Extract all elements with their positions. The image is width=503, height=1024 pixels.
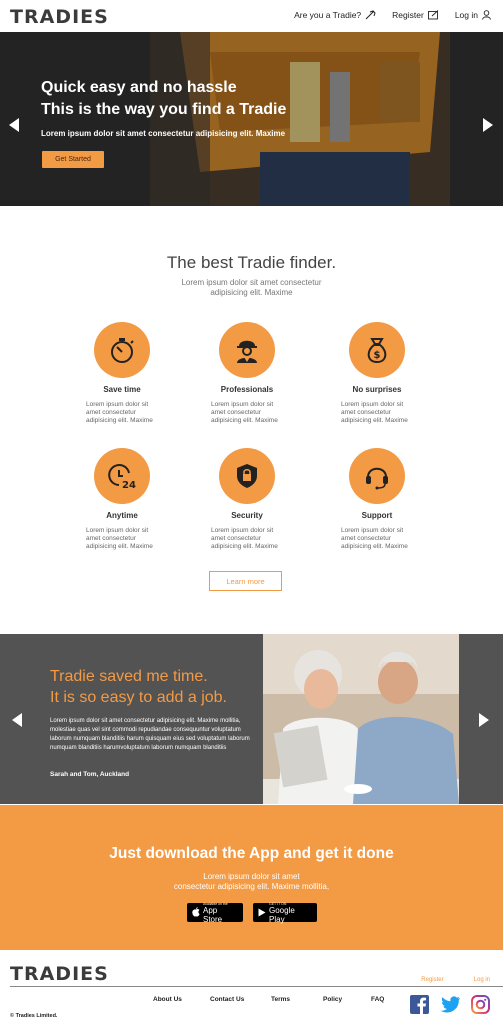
user-icon: [482, 10, 491, 20]
feature-title: Professionals: [220, 385, 274, 394]
site-header: TRADIES Are you a Tradie? Register Log i…: [0, 0, 503, 32]
footer-divider: [10, 986, 503, 987]
footer-link-about[interactable]: About Us: [153, 996, 210, 1003]
footer-logo[interactable]: TRADIES: [10, 963, 109, 985]
register-icon: [427, 10, 439, 20]
learn-more-button[interactable]: Learn more: [209, 571, 282, 591]
feature-anytime: 24 Anytime Lorem ipsum dolor sit amet co…: [82, 448, 162, 551]
instagram-icon[interactable]: [471, 995, 490, 1014]
feature-title: Support: [361, 511, 393, 520]
money-bag-icon: $: [349, 322, 405, 378]
hero-title: Quick easy and no hassle This is the way…: [41, 77, 286, 121]
app-store-button[interactable]: Available on the App Store: [187, 902, 243, 924]
feature-desc: Lorem ipsum dolor sit amet consectetur a…: [86, 401, 153, 424]
nav-register-label: Register: [392, 10, 424, 20]
hero-subtitle: Lorem ipsum dolor sit amet consectetur a…: [41, 129, 286, 138]
app-download-section: Just download the App and get it done Lo…: [0, 805, 503, 950]
feature-support: Support Lorem ipsum dolor sit amet conse…: [337, 448, 417, 551]
headset-icon: [349, 448, 405, 504]
testimonial-body: Lorem ipsum dolor sit amet consectetur a…: [50, 718, 250, 751]
google-play-button[interactable]: GET IT ON Google Play: [253, 902, 317, 924]
nav-login-label: Log in: [454, 10, 478, 20]
hero-prev-arrow-icon[interactable]: [9, 118, 19, 132]
google-play-text: GET IT ON Google Play: [269, 902, 312, 924]
feature-desc: Lorem ipsum dolor sit amet consectetur a…: [211, 527, 278, 550]
features-subtitle: Lorem ipsum dolor sit amet consectetur a…: [0, 278, 503, 298]
clock-24-icon: 24: [94, 448, 150, 504]
feature-security: Security Lorem ipsum dolor sit amet cons…: [207, 448, 287, 551]
logo-text: TRADIES: [10, 6, 109, 28]
testimonial-photo: [263, 634, 459, 804]
hero-title-line2: This is the way you find a Tradie: [41, 101, 287, 118]
footer-link-faq[interactable]: FAQ: [371, 996, 391, 1003]
stopwatch-icon: [94, 322, 150, 378]
feature-professionals: Professionals Lorem ipsum dolor sit amet…: [207, 322, 287, 425]
testimonial-next-arrow-icon[interactable]: [479, 713, 489, 727]
nav-are-you-tradie[interactable]: Are you a Tradie?: [294, 10, 376, 20]
feature-title: Security: [231, 511, 263, 520]
testimonial-section: Tradie saved me time. It is so easy to a…: [0, 634, 503, 804]
feature-desc: Lorem ipsum dolor sit amet consectetur a…: [341, 401, 408, 424]
shield-lock-icon: [219, 448, 275, 504]
google-play-label: Google Play: [269, 905, 295, 924]
svg-text:$: $: [374, 350, 381, 361]
feature-save-time: Save time Lorem ipsum dolor sit amet con…: [82, 322, 162, 425]
app-subtitle-line2: consectetur adipisicing elit. Maxime mol…: [173, 882, 330, 891]
nav-tradie-label: Are you a Tradie?: [294, 10, 362, 20]
footer-account-links: Register Log in: [421, 977, 490, 983]
app-store-label: App Store: [203, 905, 223, 924]
footer-register-link[interactable]: Register: [421, 977, 443, 983]
testimonial-author: Sarah and Tom, Auckland: [50, 771, 130, 778]
feature-title: Save time: [103, 385, 141, 394]
footer-login-link[interactable]: Log in: [474, 977, 490, 983]
app-title: Just download the App and get it done: [109, 845, 394, 862]
worker-icon: [219, 322, 275, 378]
google-play-icon: [258, 904, 266, 922]
testimonial-prev-arrow-icon[interactable]: [12, 713, 22, 727]
feature-desc: Lorem ipsum dolor sit amet consectetur a…: [341, 527, 408, 550]
footer-link-contact[interactable]: Contact Us: [210, 996, 271, 1003]
nav-register[interactable]: Register: [392, 10, 439, 20]
apple-icon: [192, 904, 200, 922]
facebook-icon[interactable]: [410, 995, 429, 1014]
testimonial-title: Tradie saved me time. It is so easy to a…: [50, 666, 227, 708]
feature-no-surprises: $ No surprises Lorem ipsum dolor sit ame…: [337, 322, 417, 425]
site-logo[interactable]: TRADIES: [10, 6, 109, 28]
testimonial-title-line2: It is so easy to add a job.: [50, 689, 227, 706]
nav-login[interactable]: Log in: [455, 10, 491, 20]
feature-desc: Lorem ipsum dolor sit amet consectetur a…: [211, 401, 278, 424]
hero-banner: Quick easy and no hassle This is the way…: [0, 32, 503, 206]
twitter-icon[interactable]: [440, 995, 460, 1014]
footer-link-terms[interactable]: Terms: [271, 996, 323, 1003]
footer-nav: About Us Contact Us Terms Policy FAQ: [153, 996, 391, 1003]
hero-next-arrow-icon[interactable]: [483, 118, 493, 132]
svg-text:24: 24: [122, 480, 136, 491]
testimonial-title-line1: Tradie saved me time.: [50, 668, 208, 685]
feature-title: Anytime: [106, 511, 138, 520]
app-store-text: Available on the App Store: [203, 902, 238, 924]
hero-title-line1: Quick easy and no hassle: [41, 79, 237, 96]
feature-title: No surprises: [352, 385, 402, 394]
copyright: © Tradies Limited.: [10, 1013, 58, 1019]
top-nav: Are you a Tradie? Register Log in: [294, 10, 491, 20]
get-started-button[interactable]: Get Started: [42, 151, 104, 168]
feature-desc: Lorem ipsum dolor sit amet consectetur a…: [86, 527, 153, 550]
features-subtitle-line1: Lorem ipsum dolor sit amet consectetur: [181, 278, 322, 287]
app-subtitle-line1: Lorem ipsum dolor sit amet: [203, 872, 300, 881]
footer-logo-text: TRADIES: [10, 963, 109, 985]
footer-link-policy[interactable]: Policy: [323, 996, 371, 1003]
features-title: The best Tradie finder.: [166, 253, 337, 272]
tools-icon: [365, 10, 376, 20]
app-subtitle: Lorem ipsum dolor sit amet consectetur a…: [0, 872, 503, 892]
features-subtitle-line2: adipisicing elit. Maxime: [210, 288, 293, 297]
